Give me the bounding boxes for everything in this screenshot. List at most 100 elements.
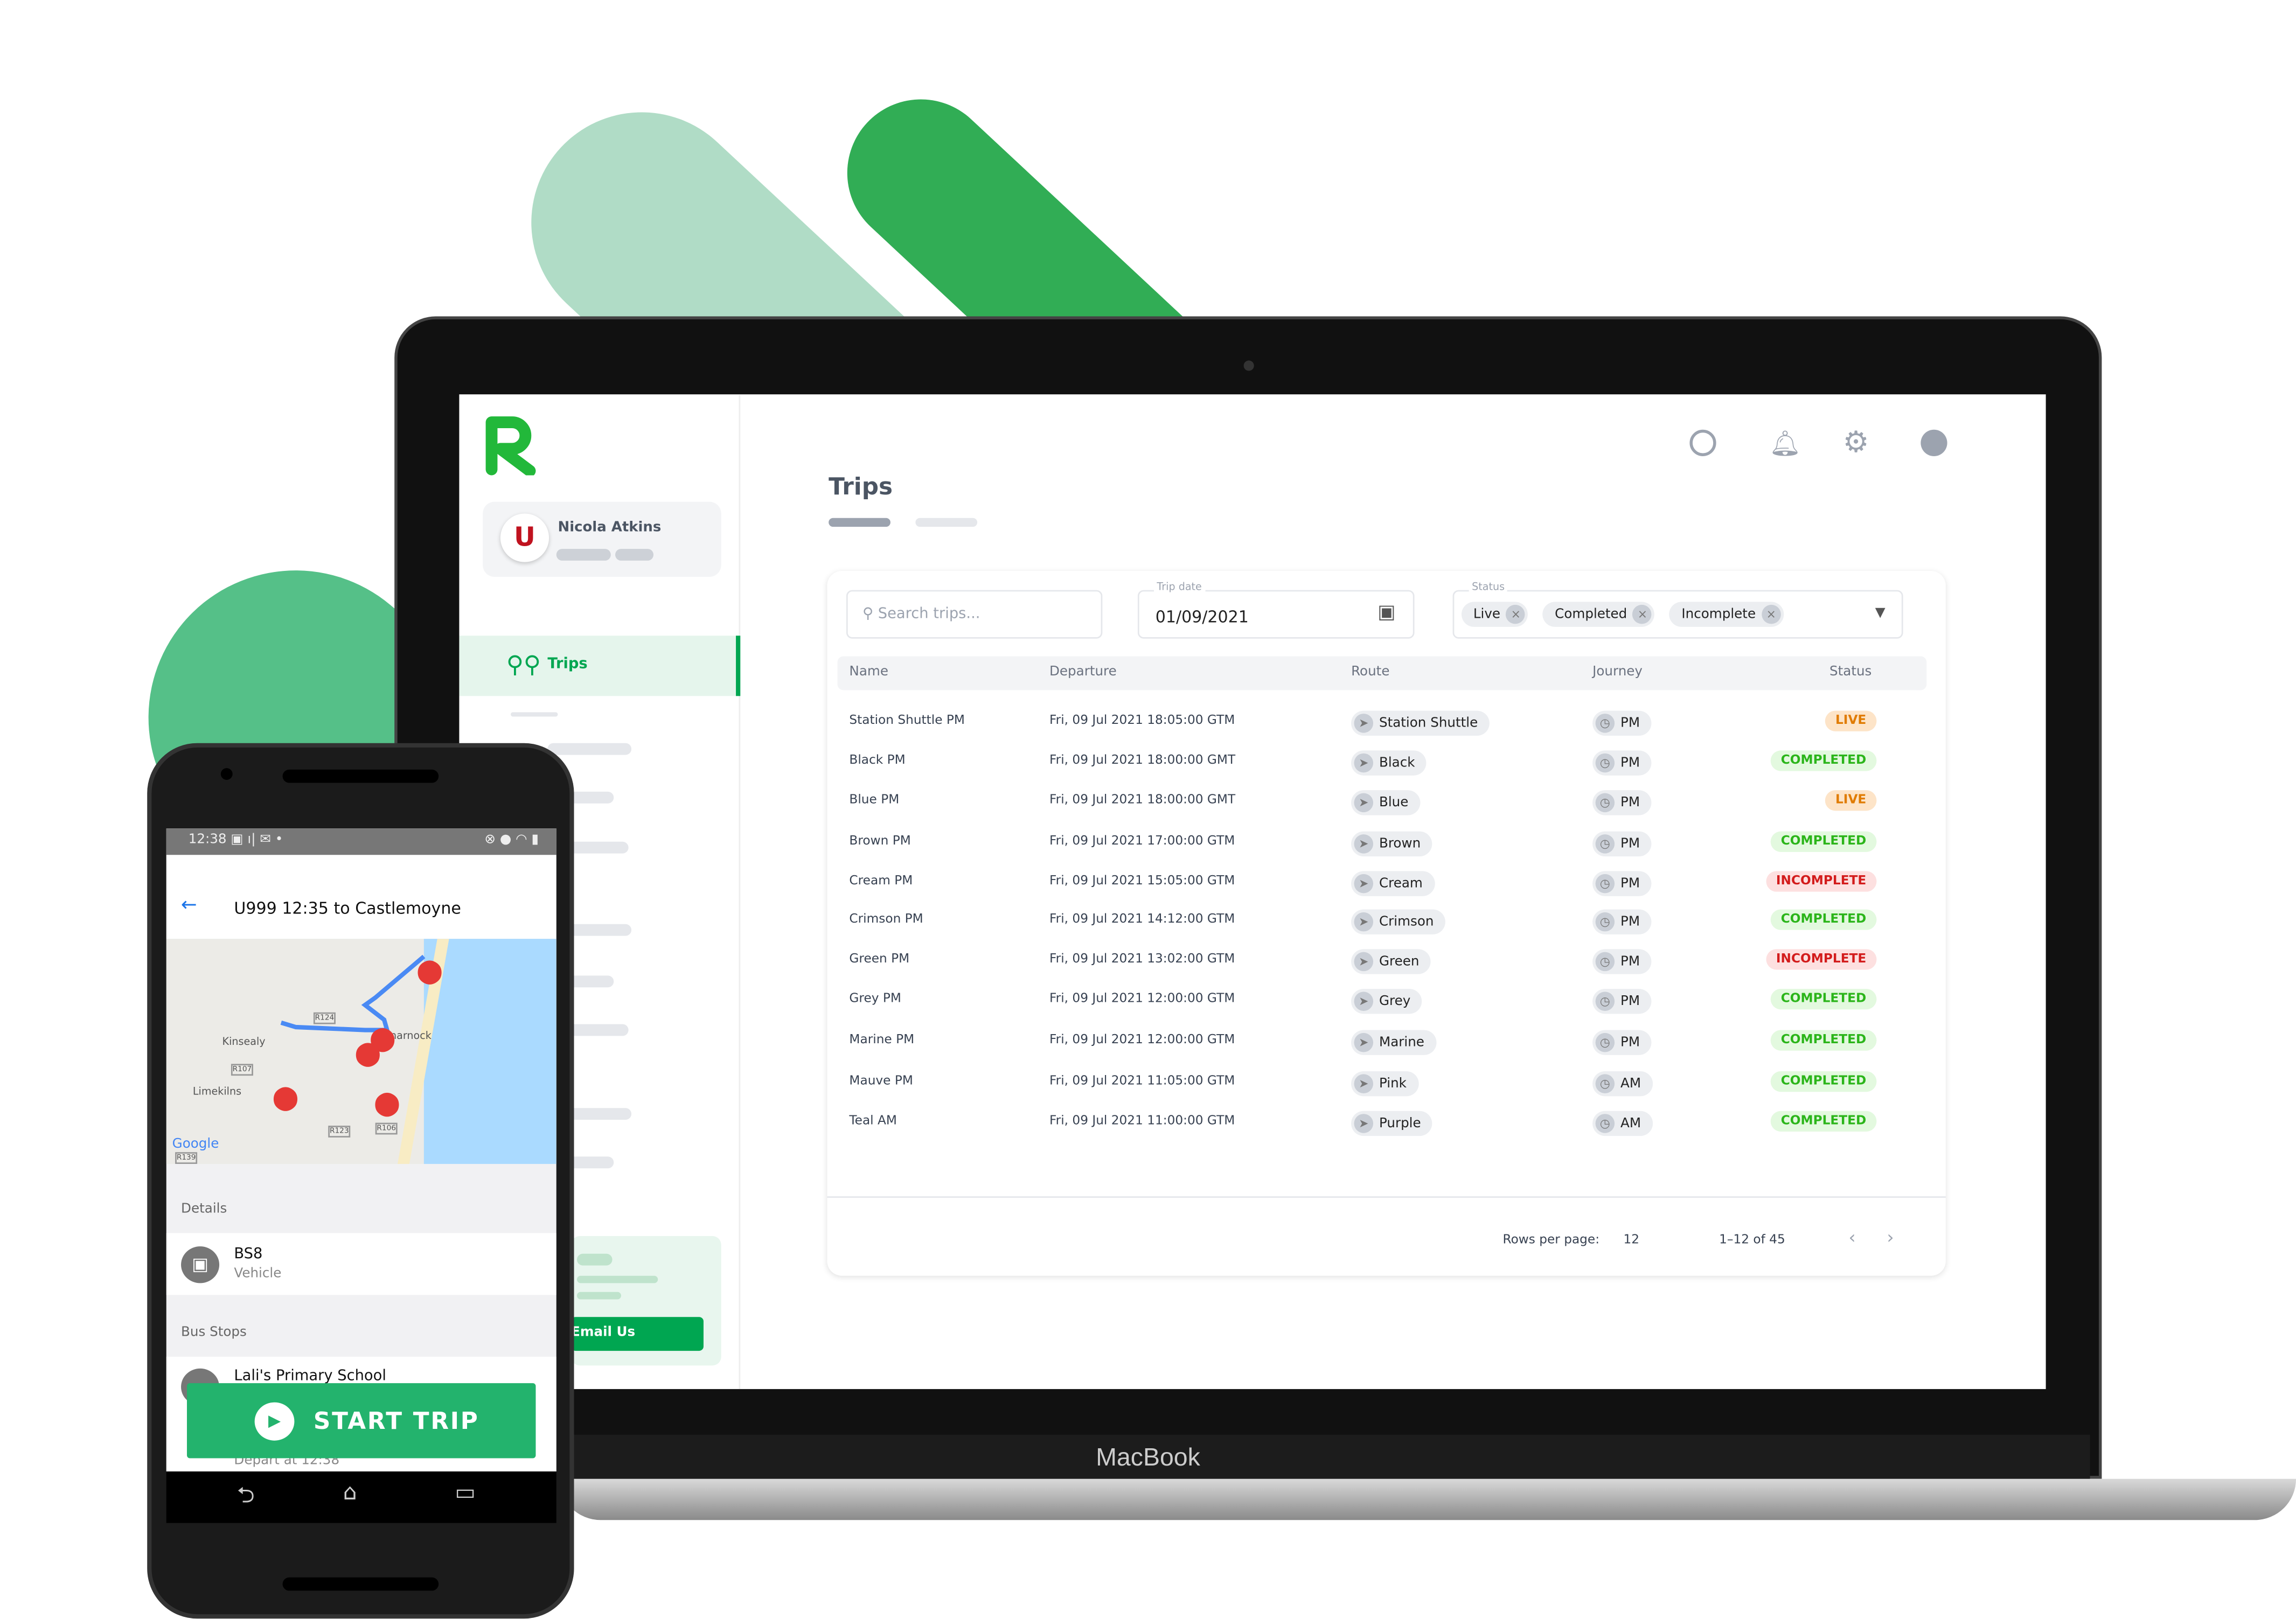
route-chip: ➤ Crimson bbox=[1351, 909, 1446, 934]
status-filter[interactable]: Status Live × Completed × Incomplete × ▼ bbox=[1452, 581, 1903, 639]
sidebar-item-trips[interactable]: ⚲⚲ Trips bbox=[459, 636, 741, 696]
search-input[interactable]: ⚲ Search trips... bbox=[846, 590, 1103, 639]
col-route[interactable]: Route bbox=[1351, 665, 1389, 680]
trip-name: Brown PM bbox=[849, 834, 911, 849]
clock-icon: ◷ bbox=[1595, 714, 1615, 733]
date-value: 01/09/2021 bbox=[1155, 608, 1249, 627]
route-chip: ➤ Black bbox=[1351, 750, 1427, 776]
laptop-base bbox=[559, 1478, 2296, 1520]
recents-icon[interactable]: ▭ bbox=[455, 1479, 476, 1505]
status-badge: COMPLETED bbox=[1770, 750, 1877, 771]
page-title: Trips bbox=[829, 472, 893, 500]
table-row[interactable]: Marine PM Fri, 09 Jul 2021 12:00:00 GTM ➤ M… bbox=[838, 1025, 1927, 1055]
gear-icon[interactable]: ⚙ bbox=[1843, 424, 1869, 459]
journey-chip: ◷ AM bbox=[1592, 1111, 1653, 1136]
table-row[interactable]: Brown PM Fri, 09 Jul 2021 17:00:00 GTM ➤ Br… bbox=[838, 827, 1927, 857]
route-icon: ⚲⚲ bbox=[506, 650, 541, 679]
navigation-icon: ➤ bbox=[1354, 874, 1374, 894]
trips-card: ⚲ Search trips... Trip date 01/09/2021 ▣… bbox=[827, 571, 1946, 1276]
user-card[interactable]: U Nicola Atkins bbox=[483, 501, 721, 577]
navigation-icon: ➤ bbox=[1354, 912, 1374, 932]
status-chip-incomplete[interactable]: Incomplete × bbox=[1669, 602, 1784, 627]
bus-stops-header: Bus Stops bbox=[181, 1325, 247, 1341]
remove-icon[interactable]: × bbox=[1506, 604, 1526, 624]
table-row[interactable]: Crimson PM Fri, 09 Jul 2021 14:12:00 GTM ➤… bbox=[838, 905, 1927, 934]
next-page-icon[interactable]: › bbox=[1887, 1227, 1894, 1248]
trip-name: Blue PM bbox=[849, 793, 900, 808]
mobile-app: 12:38 ▣ ı| ✉ • ⊗ ● ◠ ▮ ← U999 12:35 to Ca… bbox=[166, 828, 556, 1472]
map-label: R123 bbox=[328, 1126, 351, 1138]
table-row[interactable]: Teal AM Fri, 09 Jul 2021 11:00:00 GTM ➤ Pur… bbox=[838, 1107, 1927, 1136]
trip-departure: Fri, 09 Jul 2021 15:05:00 GTM bbox=[1049, 874, 1235, 889]
back-arrow-icon[interactable]: ← bbox=[181, 895, 197, 917]
remove-icon[interactable]: × bbox=[1633, 604, 1652, 624]
status-badge: LIVE bbox=[1825, 790, 1877, 811]
trip-departure: Fri, 09 Jul 2021 12:00:00 GTM bbox=[1049, 1032, 1235, 1048]
play-icon: ▶ bbox=[254, 1402, 295, 1441]
table-row[interactable]: Black PM Fri, 09 Jul 2021 18:00:00 GMT ➤ Bl… bbox=[838, 746, 1927, 776]
clock-icon: ◷ bbox=[1595, 992, 1615, 1011]
trip-departure: Fri, 09 Jul 2021 18:00:00 GMT bbox=[1049, 753, 1236, 769]
vehicle-row[interactable]: ▣ BS8 Vehicle bbox=[166, 1233, 556, 1295]
status-chip-completed[interactable]: Completed × bbox=[1543, 602, 1655, 627]
clock-icon: ◷ bbox=[1595, 1074, 1615, 1093]
globe-icon[interactable] bbox=[1689, 429, 1716, 456]
navigation-icon: ➤ bbox=[1354, 1114, 1374, 1133]
col-status[interactable]: Status bbox=[1829, 665, 1871, 680]
status-chip-live[interactable]: Live × bbox=[1461, 602, 1528, 627]
journey-chip: ◷ PM bbox=[1592, 949, 1652, 974]
date-label: Trip date bbox=[1153, 581, 1205, 594]
map-pin-icon: ⬤ bbox=[354, 1038, 381, 1067]
table-row[interactable]: Cream PM Fri, 09 Jul 2021 15:05:00 GTM ➤ Cr… bbox=[838, 867, 1927, 896]
table-row[interactable]: Blue PM Fri, 09 Jul 2021 18:00:00 GMT ➤ Blu… bbox=[838, 786, 1927, 815]
table-row[interactable]: Grey PM Fri, 09 Jul 2021 12:00:00 GTM ➤ Gre… bbox=[838, 985, 1927, 1014]
start-trip-button[interactable]: ▶ START TRIP bbox=[186, 1383, 536, 1459]
clock-icon: ◷ bbox=[1595, 874, 1615, 894]
col-departure[interactable]: Departure bbox=[1049, 665, 1117, 680]
chevron-down-icon[interactable]: ▼ bbox=[1875, 606, 1885, 621]
rows-per-page-select[interactable]: 12 bbox=[1624, 1233, 1640, 1247]
route-chip: ➤ Pink bbox=[1351, 1071, 1418, 1097]
status-badge: INCOMPLETE bbox=[1765, 949, 1877, 970]
navigation-icon: ➤ bbox=[1354, 1032, 1374, 1052]
marketing-mockup: MacBook U Nicola Atkins ⚲⚲ Trips Email U… bbox=[0, 0, 2296, 1619]
tab-active[interactable] bbox=[829, 518, 890, 527]
start-trip-label: START TRIP bbox=[313, 1406, 479, 1435]
home-icon[interactable]: ⌂ bbox=[343, 1479, 357, 1505]
table-row[interactable]: Mauve PM Fri, 09 Jul 2021 11:05:00 GTM ➤ Pi… bbox=[838, 1067, 1927, 1097]
tab-inactive[interactable] bbox=[915, 518, 978, 527]
remove-icon[interactable]: × bbox=[1762, 604, 1781, 624]
status-badge: COMPLETED bbox=[1770, 1030, 1877, 1051]
col-journey[interactable]: Journey bbox=[1592, 665, 1643, 680]
trip-name: Crimson PM bbox=[849, 912, 923, 927]
navigation-icon: ➤ bbox=[1354, 992, 1374, 1011]
journey-chip: ◷ PM bbox=[1592, 750, 1652, 776]
table-row[interactable]: Station Shuttle PM Fri, 09 Jul 2021 18:05… bbox=[838, 706, 1927, 736]
calendar-icon[interactable]: ▣ bbox=[1377, 602, 1396, 624]
journey-chip: ◷ PM bbox=[1592, 909, 1652, 934]
route-chip: ➤ Purple bbox=[1351, 1111, 1433, 1136]
bell-icon[interactable]: 🔔︎ bbox=[1769, 430, 1801, 459]
journey-chip: ◷ PM bbox=[1592, 988, 1652, 1014]
journey-chip: ◷ PM bbox=[1592, 871, 1652, 896]
trip-date-field[interactable]: Trip date 01/09/2021 ▣ bbox=[1137, 581, 1415, 639]
trip-name: Marine PM bbox=[849, 1032, 915, 1048]
trip-departure: Fri, 09 Jul 2021 11:05:00 GTM bbox=[1049, 1074, 1235, 1089]
clock-icon: ◷ bbox=[1595, 753, 1615, 773]
journey-chip: ◷ PM bbox=[1592, 831, 1652, 857]
table-row[interactable]: Green PM Fri, 09 Jul 2021 13:02:00 GTM ➤ Gr… bbox=[838, 945, 1927, 974]
trip-name: Cream PM bbox=[849, 874, 913, 889]
map-label: Kinsealy bbox=[222, 1036, 266, 1048]
page-range: 1–12 of 45 bbox=[1719, 1233, 1785, 1248]
trip-name: Station Shuttle PM bbox=[849, 714, 965, 729]
back-icon[interactable]: ⮌ bbox=[237, 1480, 255, 1517]
user-icon[interactable] bbox=[1921, 429, 1947, 456]
map-label: Limekilns bbox=[192, 1086, 242, 1098]
email-us-button[interactable]: Email Us bbox=[571, 1317, 704, 1351]
trip-departure: Fri, 09 Jul 2021 13:02:00 GTM bbox=[1049, 952, 1235, 967]
status-badge: COMPLETED bbox=[1770, 831, 1877, 852]
prev-page-icon[interactable]: ‹ bbox=[1849, 1227, 1856, 1248]
col-name[interactable]: Name bbox=[849, 665, 888, 680]
route-map[interactable]: Kinsealy Limekilns narnock R124 R107 R12… bbox=[166, 939, 556, 1164]
mobile-app-bar: ← U999 12:35 to Castlemoyne bbox=[166, 855, 556, 939]
